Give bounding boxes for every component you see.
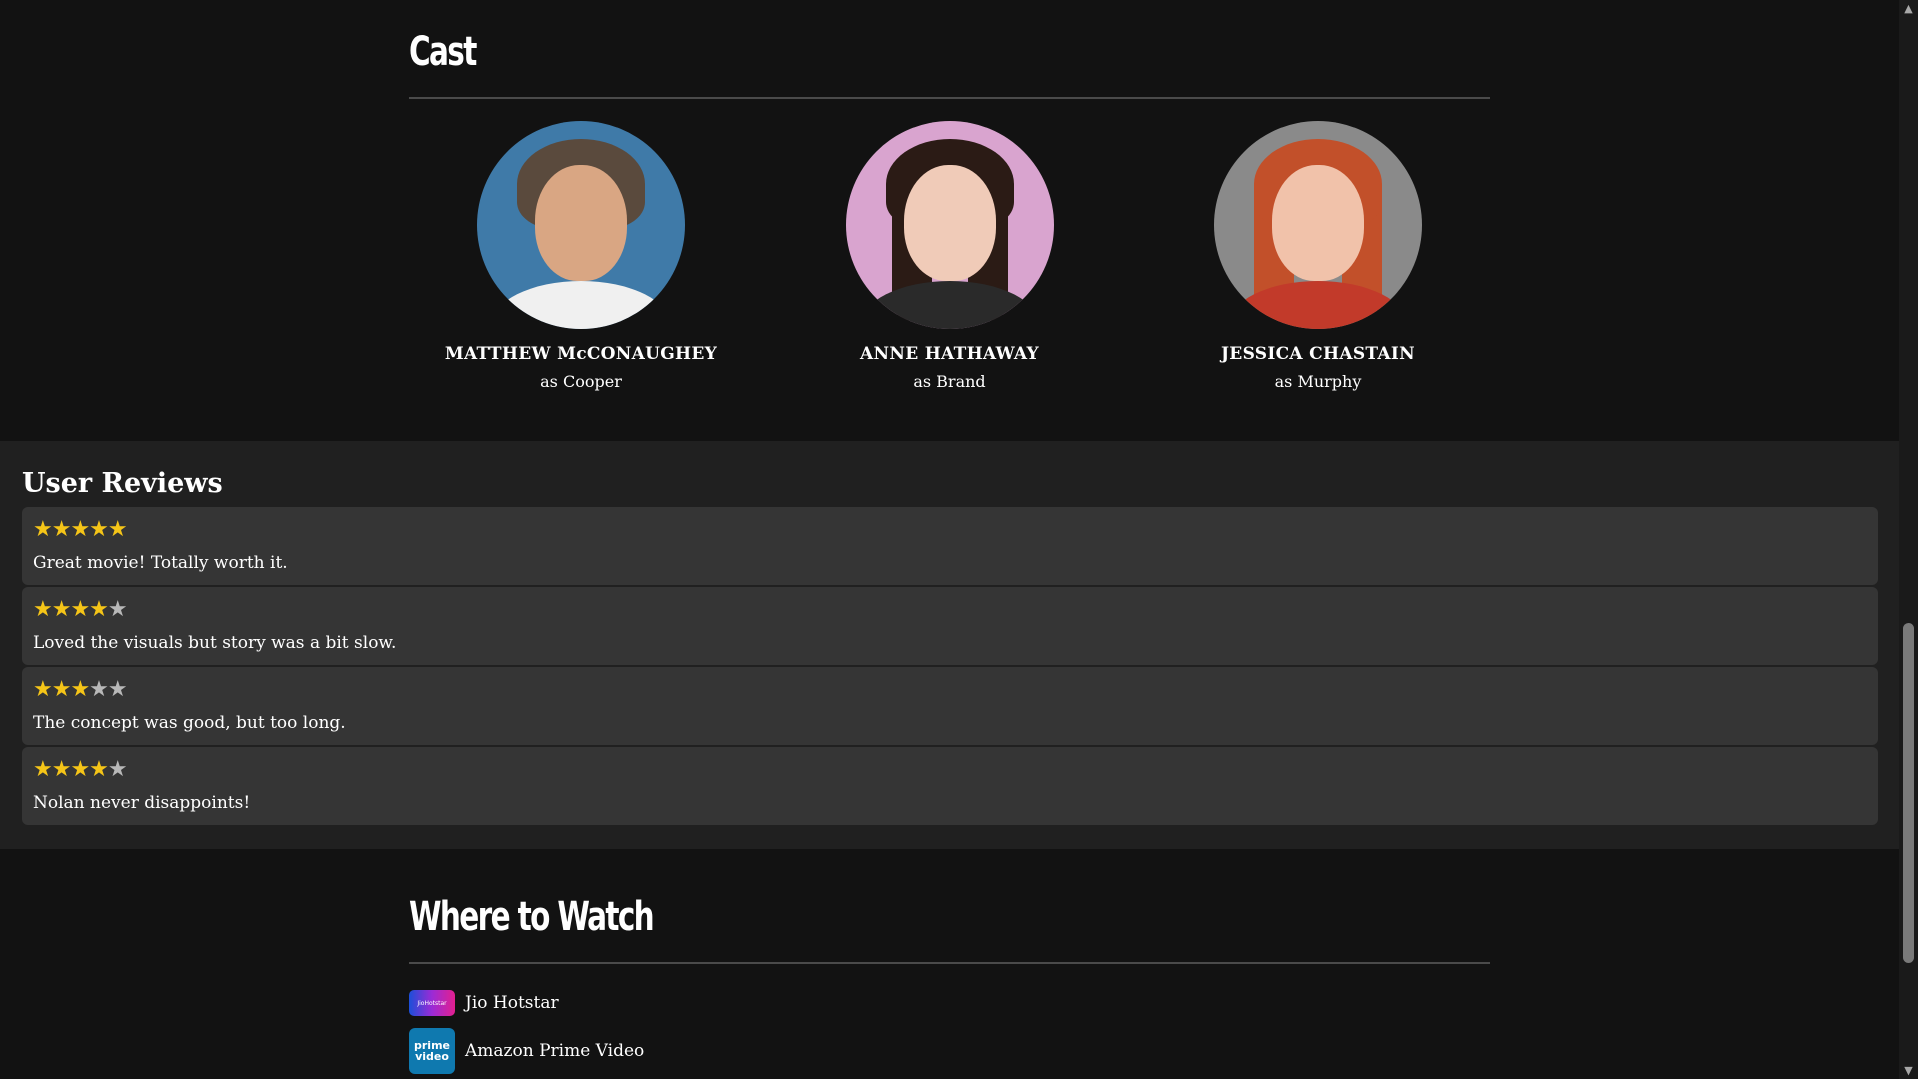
jiohotstar-logo-text: JioHotstar (417, 999, 447, 1007)
cast-role: as Cooper (540, 372, 622, 391)
review-text: Loved the visuals but story was a bit sl… (33, 633, 397, 653)
cast-list: MATTHEW McCONAUGHEY as Cooper ANNE HATHA… (409, 121, 1490, 401)
cast-name: MATTHEW McCONAUGHEY (444, 344, 718, 364)
provider-name: Amazon Prime Video (465, 1041, 645, 1061)
where-to-watch-divider (409, 962, 1490, 964)
cast-card-matthew-mcconaughey[interactable]: MATTHEW McCONAUGHEY as Cooper (409, 121, 753, 401)
movie-details-page: Cast MATTHEW McCONAUGHEY as Cooper ANNE … (0, 0, 1899, 1079)
filled-stars: ★★★★ (33, 597, 109, 622)
cast-role: as Murphy (1274, 372, 1362, 391)
page-scrollbar[interactable]: ▲ ▼ (1899, 0, 1918, 1079)
jessica-chastain-photo (1214, 121, 1422, 329)
review-card: ★★★★★ The concept was good, but too long… (22, 667, 1878, 745)
star-rating: ★★★★★ (33, 517, 128, 542)
user-reviews-heading: User Reviews (22, 468, 223, 499)
star-rating: ★★★★★ (33, 757, 128, 782)
user-reviews-section: User Reviews ★★★★★ Great movie! Totally … (0, 441, 1899, 849)
cast-card-anne-hathaway[interactable]: ANNE HATHAWAY as Brand (778, 121, 1122, 401)
cast-section: Cast MATTHEW McCONAUGHEY as Cooper ANNE … (0, 0, 1899, 441)
review-text: Great movie! Totally worth it. (33, 553, 288, 573)
filled-stars: ★★★★★ (33, 517, 128, 542)
review-list: ★★★★★ Great movie! Totally worth it. ★★★… (22, 507, 1878, 827)
cast-name: ANNE HATHAWAY (860, 344, 1039, 364)
prime-video-logo-icon: prime video (409, 1028, 455, 1074)
empty-stars: ★★ (89, 677, 127, 702)
provider-jio-hotstar[interactable]: JioHotstar Jio Hotstar (409, 983, 559, 1023)
review-card: ★★★★★ Nolan never disappoints! (22, 747, 1878, 825)
review-text: The concept was good, but too long. (33, 713, 346, 733)
scroll-down-arrow-icon[interactable]: ▼ (1899, 1062, 1918, 1079)
review-card: ★★★★★ Great movie! Totally worth it. (22, 507, 1878, 585)
empty-stars: ★ (107, 597, 128, 622)
star-rating: ★★★★★ (33, 677, 128, 702)
provider-name: Jio Hotstar (465, 993, 559, 1013)
cast-name: JESSICA CHASTAIN (1220, 344, 1416, 364)
filled-stars: ★★★ (33, 677, 90, 702)
cast-card-jessica-chastain[interactable]: JESSICA CHASTAIN as Murphy (1146, 121, 1490, 401)
provider-amazon-prime-video[interactable]: prime video Amazon Prime Video (409, 1028, 645, 1074)
filled-stars: ★★★★ (33, 757, 109, 782)
where-to-watch-heading: Where to Watch (409, 894, 655, 940)
cast-role: as Brand (913, 372, 986, 391)
star-rating: ★★★★★ (33, 597, 128, 622)
matthew-mcconaughey-photo (477, 121, 685, 329)
review-text: Nolan never disappoints! (33, 793, 251, 813)
cast-heading: Cast (409, 29, 477, 75)
empty-stars: ★ (107, 757, 128, 782)
anne-hathaway-photo (845, 121, 1054, 329)
video-logo-text: video (415, 1050, 449, 1063)
jiohotstar-logo-icon: JioHotstar (409, 990, 455, 1016)
cast-divider (409, 97, 1490, 99)
scrollbar-thumb[interactable] (1903, 623, 1914, 963)
scroll-up-arrow-icon[interactable]: ▲ (1899, 0, 1918, 17)
where-to-watch-section: Where to Watch JioHotstar Jio Hotstar pr… (0, 849, 1899, 1079)
review-card: ★★★★★ Loved the visuals but story was a … (22, 587, 1878, 665)
